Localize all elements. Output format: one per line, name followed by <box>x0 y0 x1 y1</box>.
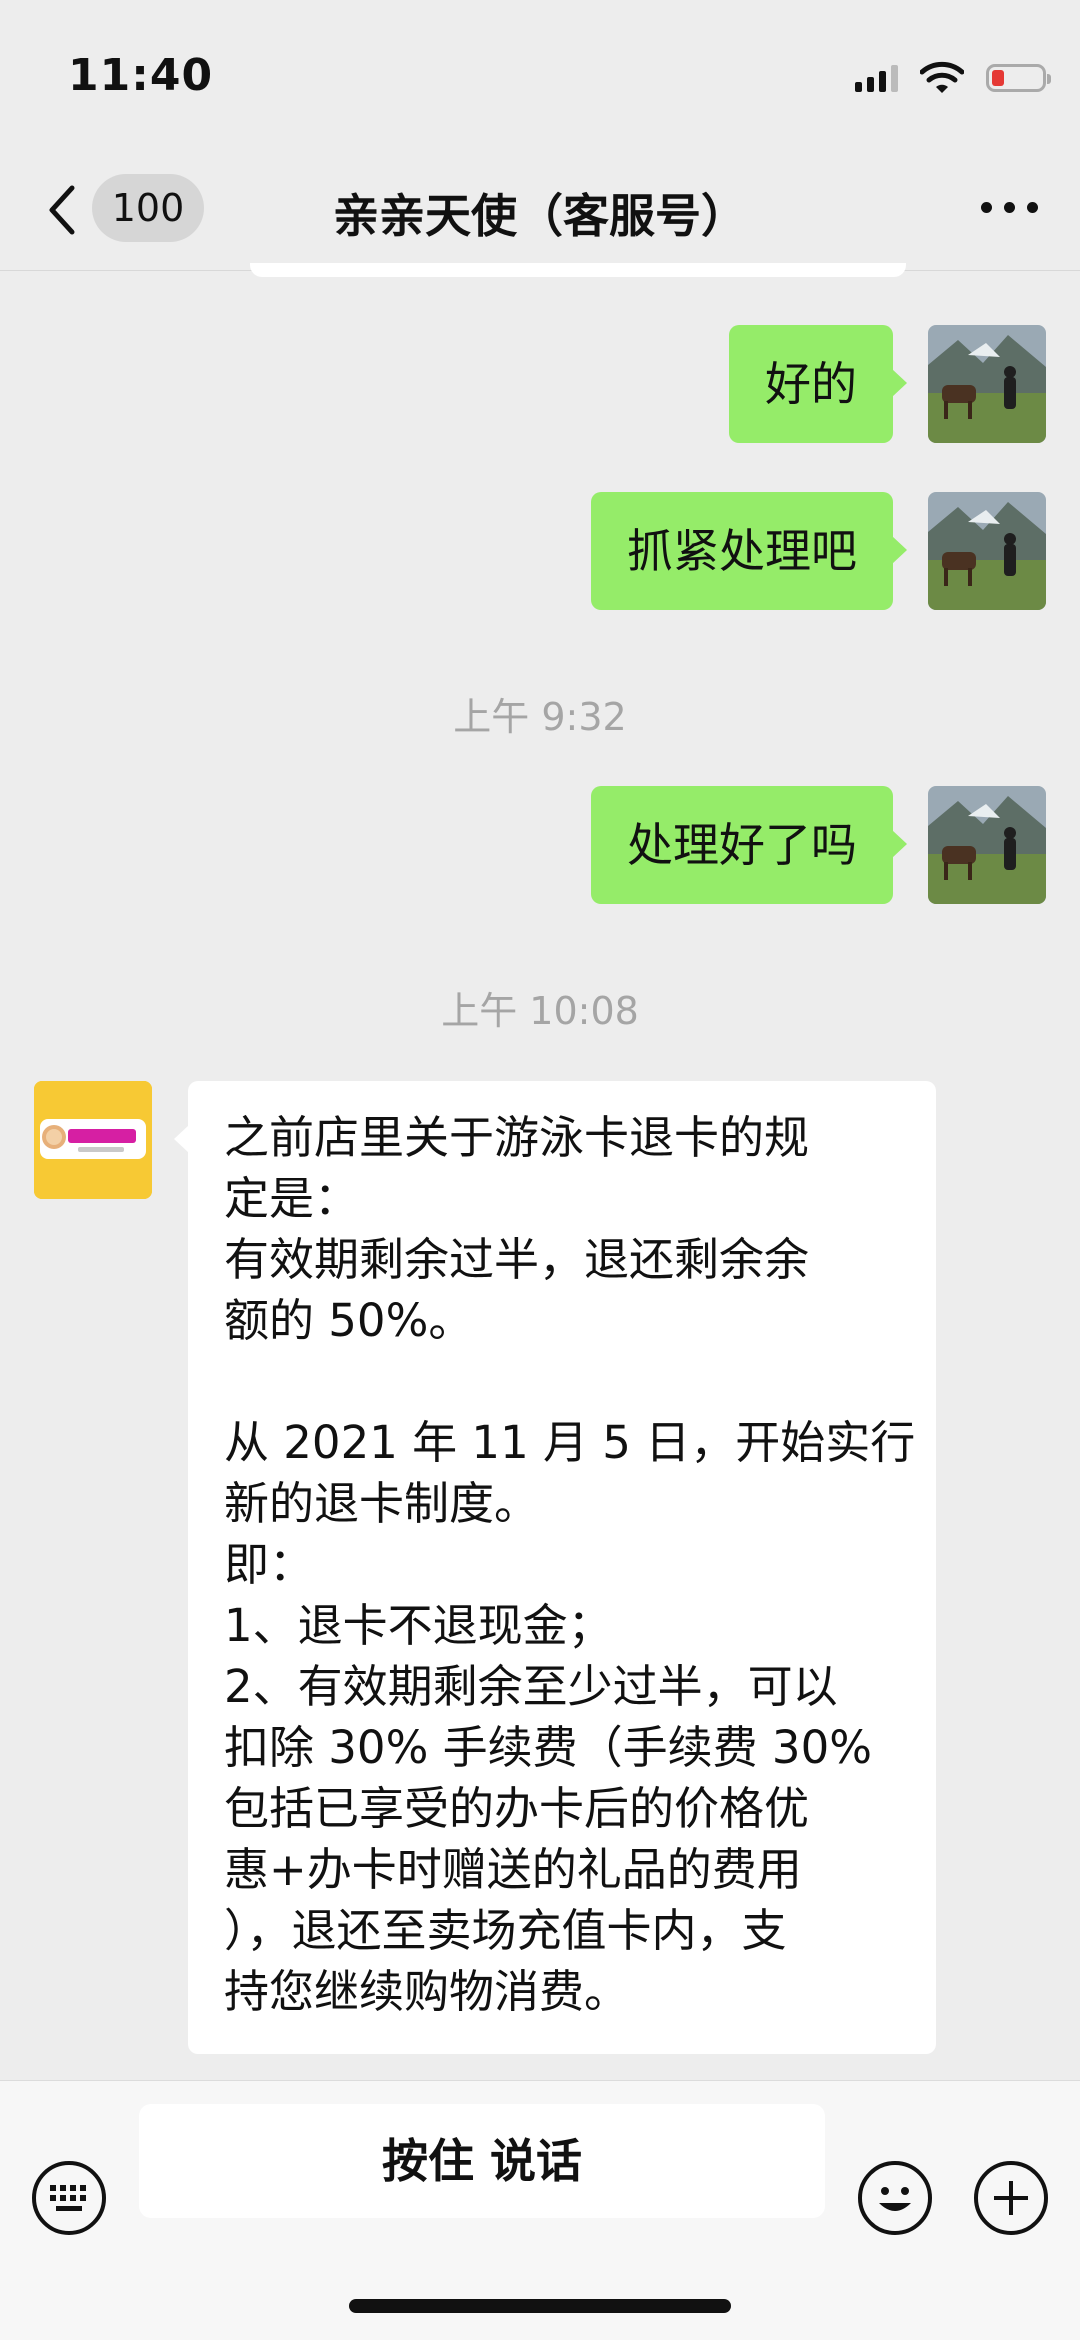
outgoing-message-bubble[interactable]: 好的 <box>729 325 907 443</box>
landscape-avatar-image <box>928 492 1046 610</box>
wifi-icon <box>920 61 964 93</box>
status-icons <box>855 58 1051 98</box>
message-timestamp: 上午 9:32 <box>453 695 627 739</box>
plus-icon[interactable] <box>974 2161 1048 2235</box>
user-avatar[interactable] <box>928 786 1046 904</box>
message-line: 包括已享受的办卡后的价格优 <box>224 1782 810 1835</box>
outgoing-message-bubble[interactable]: 处理好了吗 <box>591 786 907 904</box>
user-avatar[interactable] <box>928 492 1046 610</box>
message-line: ），退还至卖场充值卡内，支 <box>224 1904 787 1957</box>
message-line: 之前店里关于游泳卡退卡的规 <box>224 1111 810 1164</box>
message-line: 1、退卡不退现金； <box>224 1599 613 1652</box>
hold-to-talk-button[interactable]: 按住 说话 <box>139 2104 825 2218</box>
message-line: 扣除 30% 手续费（手续费 30% <box>224 1721 872 1774</box>
signal-icon <box>855 64 898 92</box>
kiss-angel-logo-icon <box>34 1081 152 1199</box>
landscape-avatar-image <box>928 325 1046 443</box>
message-line: 从 2021 年 11 月 5 日，开始实行 <box>224 1416 916 1469</box>
keyboard-icon[interactable] <box>32 2161 106 2235</box>
message-line: 新的退卡制度。 <box>224 1477 540 1530</box>
message-line <box>224 1351 906 1412</box>
status-time: 11:40 <box>68 50 214 101</box>
previous-message-bubble <box>250 263 906 277</box>
incoming-message-bubble[interactable]: 之前店里关于游泳卡退卡的规 定是： 有效期剩余过半，退还剩余余 额的 50%。 … <box>174 1081 936 2054</box>
message-line: 有效期剩余过半，退还剩余余 <box>224 1233 810 1286</box>
outgoing-message-bubble[interactable]: 抓紧处理吧 <box>591 492 907 610</box>
user-avatar[interactable] <box>928 325 1046 443</box>
message-line: 额的 50%。 <box>224 1294 474 1347</box>
nav-bar: 100 亲亲天使（客服号） <box>0 150 1080 271</box>
emoji-icon[interactable] <box>858 2161 932 2235</box>
service-avatar[interactable] <box>34 1081 152 1199</box>
chat-title: 亲亲天使（客服号） <box>333 189 747 243</box>
landscape-avatar-image <box>928 786 1046 904</box>
message-line: 惠+办卡时赠送的礼品的费用 <box>224 1843 802 1896</box>
chat-message-list[interactable]: 好的 抓紧处理吧 上午 9:32 处理好了吗 上午 10:08 之前店里关于游泳… <box>0 263 1080 2079</box>
message-timestamp: 上午 10:08 <box>441 989 639 1033</box>
status-bar: 11:40 <box>0 0 1080 150</box>
message-line: 持您继续购物消费。 <box>224 1965 630 2018</box>
message-line: 即： <box>224 1538 315 1591</box>
message-line: 2、有效期剩余至少过半，可以 <box>224 1660 838 1713</box>
home-indicator[interactable] <box>349 2299 731 2313</box>
more-dots-icon[interactable] <box>981 202 1038 213</box>
message-line: 定是： <box>224 1172 360 1225</box>
battery-icon <box>986 64 1051 92</box>
